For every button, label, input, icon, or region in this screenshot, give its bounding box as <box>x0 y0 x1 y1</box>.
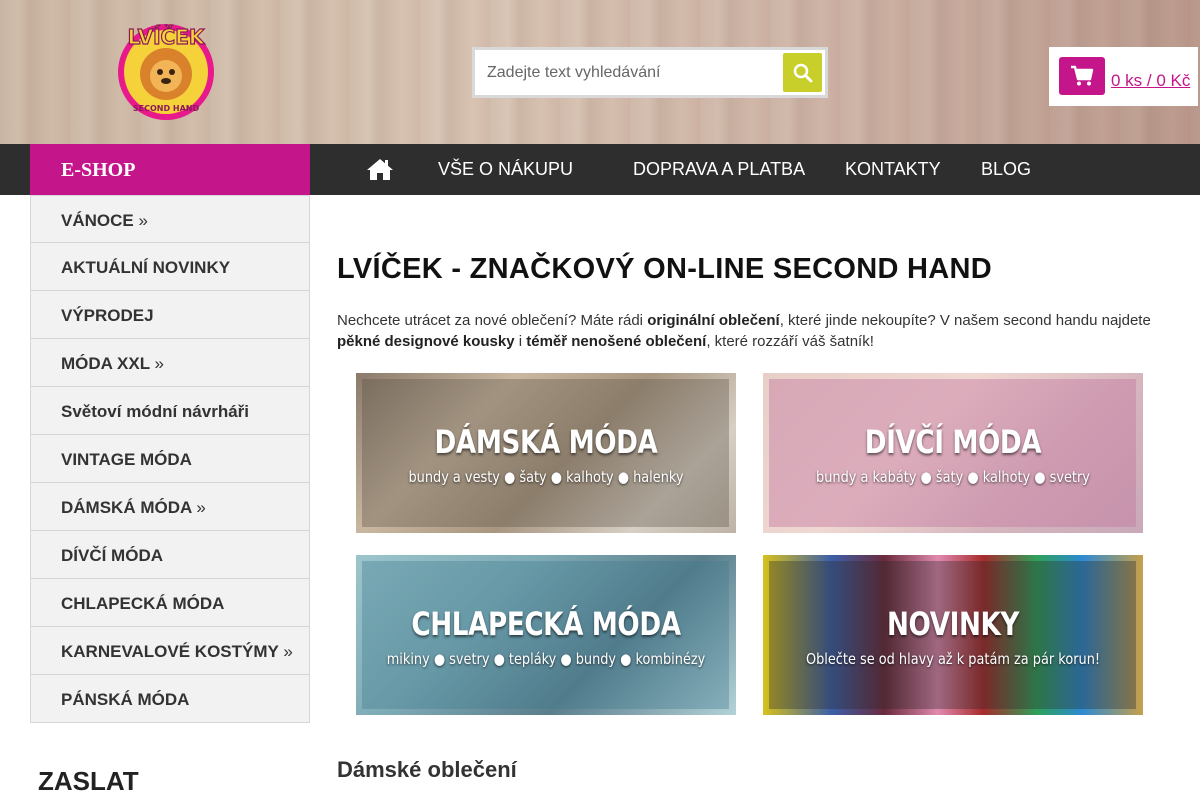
cart-widget[interactable]: 0 ks / 0 Kč <box>1049 47 1198 106</box>
tile-title: NOVINKY <box>886 605 1020 643</box>
sidebar-item-vintage-moda[interactable]: VINTAGE MÓDA <box>30 435 310 483</box>
sidebar-item-aktualni-novinky[interactable]: AKTUÁLNÍ NOVINKY <box>30 243 310 291</box>
search-input[interactable] <box>475 50 780 95</box>
eshop-label[interactable]: E-SHOP <box>30 144 310 195</box>
site-logo[interactable]: LVÍČEK SECOND HAND <box>112 18 220 122</box>
tile-title: CHLAPECKÁ MÓDA <box>411 605 681 643</box>
home-icon[interactable] <box>366 157 394 181</box>
header: LVÍČEK SECOND HAND 0 ks / 0 Kč <box>0 0 1200 144</box>
category-tile-divci-moda[interactable]: DÍVČÍ MÓDA bundy a kabáty ● šaty ● kalho… <box>763 373 1143 533</box>
svg-text:LVÍČEK: LVÍČEK <box>128 25 206 49</box>
sidebar-item-divci-moda[interactable]: DÍVČÍ MÓDA <box>30 531 310 579</box>
sidebar-item-vanoce[interactable]: VÁNOCE » <box>30 195 310 243</box>
category-tile-chlapecka-moda[interactable]: CHLAPECKÁ MÓDA mikiny ● svetry ● tepláky… <box>356 555 736 715</box>
sidebar-item-chlapecka-moda[interactable]: CHLAPECKÁ MÓDA <box>30 579 310 627</box>
page-title: LVÍČEK - ZNAČKOVÝ ON-LINE SECOND HAND <box>337 253 993 285</box>
category-tile-novinky[interactable]: NOVINKY Oblečte se od hlavy až k patám z… <box>763 555 1143 715</box>
nav-item-doprava-a-platba[interactable]: DOPRAVA A PLATBA <box>633 144 805 195</box>
cart-button[interactable] <box>1059 57 1105 95</box>
tile-subtitle: mikiny ● svetry ● tepláky ● bundy ● komb… <box>386 650 706 668</box>
zaslat-heading: ZASLAT <box>38 766 139 796</box>
search-button[interactable] <box>783 53 822 92</box>
category-sidebar: VÁNOCE » AKTUÁLNÍ NOVINKY VÝPRODEJ MÓDA … <box>30 195 310 723</box>
main-navbar: E-SHOP VŠE O NÁKUPU DOPRAVA A PLATBA KON… <box>0 144 1200 195</box>
tile-title: DÁMSKÁ MÓDA <box>434 423 658 461</box>
section-heading: Dámské oblečení <box>337 757 517 782</box>
sidebar-item-vyprodej[interactable]: VÝPRODEJ <box>30 291 310 339</box>
cart-icon <box>1071 65 1094 86</box>
svg-text:SECOND HAND: SECOND HAND <box>133 104 200 113</box>
sidebar-item-damska-moda[interactable]: DÁMSKÁ MÓDA » <box>30 483 310 531</box>
nav-item-kontakty[interactable]: KONTAKTY <box>845 144 941 195</box>
sidebar-item-moda-xxl[interactable]: MÓDA XXL » <box>30 339 310 387</box>
category-tile-damska-moda[interactable]: DÁMSKÁ MÓDA bundy a vesty ● šaty ● kalho… <box>356 373 736 533</box>
sidebar-item-karnevalove-kostymy[interactable]: KARNEVALOVÉ KOSTÝMY » <box>30 627 310 675</box>
sidebar-item-panska-moda[interactable]: PÁNSKÁ MÓDA <box>30 675 310 723</box>
intro-text: Nechcete utrácet za nové oblečení? Máte … <box>337 312 1151 350</box>
nav-item-vse-o-nakupu[interactable]: VŠE O NÁKUPU <box>438 144 573 195</box>
search-box <box>472 47 828 98</box>
nav-item-blog[interactable]: BLOG <box>981 144 1031 195</box>
sidebar-item-svetovi-navrhari[interactable]: Světoví módní návrháři <box>30 387 310 435</box>
tile-subtitle: bundy a kabáty ● šaty ● kalhoty ● svetry <box>816 468 1090 486</box>
tile-subtitle: Oblečte se od hlavy až k patám za pár ko… <box>805 650 1101 668</box>
cart-summary-link[interactable]: 0 ks / 0 Kč <box>1111 71 1190 91</box>
tile-title: DÍVČÍ MÓDA <box>864 423 1042 461</box>
tile-subtitle: bundy a vesty ● šaty ● kalhoty ● halenky <box>408 468 684 486</box>
search-icon <box>793 63 812 82</box>
